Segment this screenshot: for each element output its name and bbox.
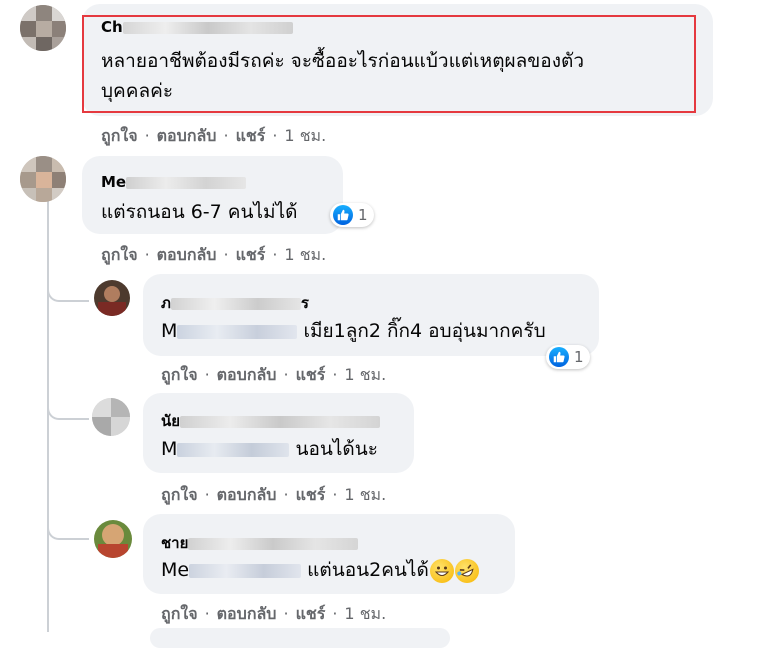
reply-actions: ถูกใจ · ตอบกลับ · แชร์ · 1 ชม. (161, 604, 387, 623)
commenter-name[interactable]: ภร (161, 291, 309, 315)
timestamp[interactable]: 1 ชม. (284, 245, 326, 264)
timestamp[interactable]: 1 ชม. (344, 365, 386, 384)
commenter-name[interactable]: ชาย (161, 531, 359, 555)
like-reaction-icon (549, 347, 569, 367)
mention-link[interactable]: M (161, 438, 290, 460)
commenter-name-text: นัย (161, 412, 181, 430)
avatar[interactable] (20, 156, 66, 202)
avatar[interactable] (20, 5, 66, 51)
blurred-mention (177, 324, 298, 339)
reply-text: M นอนได้นะ (161, 434, 378, 464)
share-link[interactable]: แชร์ (296, 604, 326, 623)
commenter-name-text: ชาย (161, 534, 189, 552)
thread-connector (47, 390, 89, 420)
avatar[interactable] (94, 280, 130, 316)
reaction-summary[interactable]: 1 (546, 345, 590, 369)
comment-actions: ถูกใจ · ตอบกลับ · แชร์ · 1 ชม. (101, 245, 327, 264)
reaction-count: 1 (358, 206, 368, 224)
comment-actions: ถูกใจ · ตอบกลับ · แชร์ · 1 ชม. (101, 126, 327, 145)
reply-actions: ถูกใจ · ตอบกลับ · แชร์ · 1 ชม. (161, 365, 387, 384)
like-link[interactable]: ถูกใจ (161, 485, 198, 504)
highlight-box (82, 15, 696, 113)
share-link[interactable]: แชร์ (236, 245, 266, 264)
blurred-mention (189, 563, 302, 578)
mention-prefix: Me (161, 559, 190, 581)
reply-text: M เมีย1ลูก2 กิ๊ก4 อบอุ่นมากครับ (161, 316, 546, 346)
thread-connector (47, 508, 89, 540)
like-link[interactable]: ถูกใจ (101, 245, 138, 264)
grinning-face-icon (429, 558, 454, 583)
blurred-name (188, 537, 359, 550)
blurred-name (170, 297, 301, 310)
commenter-name-text: Me (101, 173, 127, 191)
like-link[interactable]: ถูกใจ (161, 604, 198, 623)
reaction-count: 1 (574, 348, 584, 366)
avatar[interactable] (92, 398, 130, 436)
thread-line (47, 200, 49, 632)
reply-actions: ถูกใจ · ตอบกลับ · แชร์ · 1 ชม. (161, 485, 387, 504)
reply-link[interactable]: ตอบกลับ (217, 365, 277, 384)
reply-link[interactable]: ตอบกลับ (157, 245, 217, 264)
reply-link[interactable]: ตอบกลับ (157, 126, 217, 145)
mention-prefix: M (161, 320, 178, 342)
timestamp[interactable]: 1 ชม. (344, 604, 386, 623)
commenter-name[interactable]: Me (101, 173, 247, 191)
reply-text: Me แต่นอน2คนได้ (161, 555, 479, 585)
blurred-name (180, 415, 381, 428)
mention-prefix: M (161, 438, 178, 460)
avatar[interactable] (94, 520, 132, 558)
share-link[interactable]: แชร์ (296, 365, 326, 384)
mention-link[interactable]: M (161, 320, 298, 342)
comment-text: แต่รถนอน 6-7 คนไม่ได้ (101, 201, 298, 223)
timestamp[interactable]: 1 ชม. (284, 126, 326, 145)
share-link[interactable]: แชร์ (236, 126, 266, 145)
mention-link[interactable]: Me (161, 559, 302, 581)
like-link[interactable]: ถูกใจ (101, 126, 138, 145)
rolling-laughing-icon (454, 558, 479, 583)
blurred-name (126, 176, 247, 189)
reply-message: เมีย1ลูก2 กิ๊ก4 อบอุ่นมากครับ (303, 320, 546, 342)
share-link[interactable]: แชร์ (296, 485, 326, 504)
blurred-mention (177, 442, 290, 457)
timestamp[interactable]: 1 ชม. (344, 485, 386, 504)
reply-link[interactable]: ตอบกลับ (217, 604, 277, 623)
like-reaction-icon (333, 205, 353, 225)
reaction-summary[interactable]: 1 (330, 203, 374, 227)
reply-bubble (150, 628, 450, 648)
commenter-name-text: ภ (161, 294, 171, 312)
commenter-name-text: ร (300, 294, 309, 312)
reply-message: นอนได้นะ (295, 438, 378, 460)
thread-connector (47, 270, 89, 302)
reply-link[interactable]: ตอบกลับ (217, 485, 277, 504)
reply-message: แต่นอน2คนได้ (307, 559, 429, 581)
commenter-name[interactable]: นัย (161, 409, 381, 433)
like-link[interactable]: ถูกใจ (161, 365, 198, 384)
